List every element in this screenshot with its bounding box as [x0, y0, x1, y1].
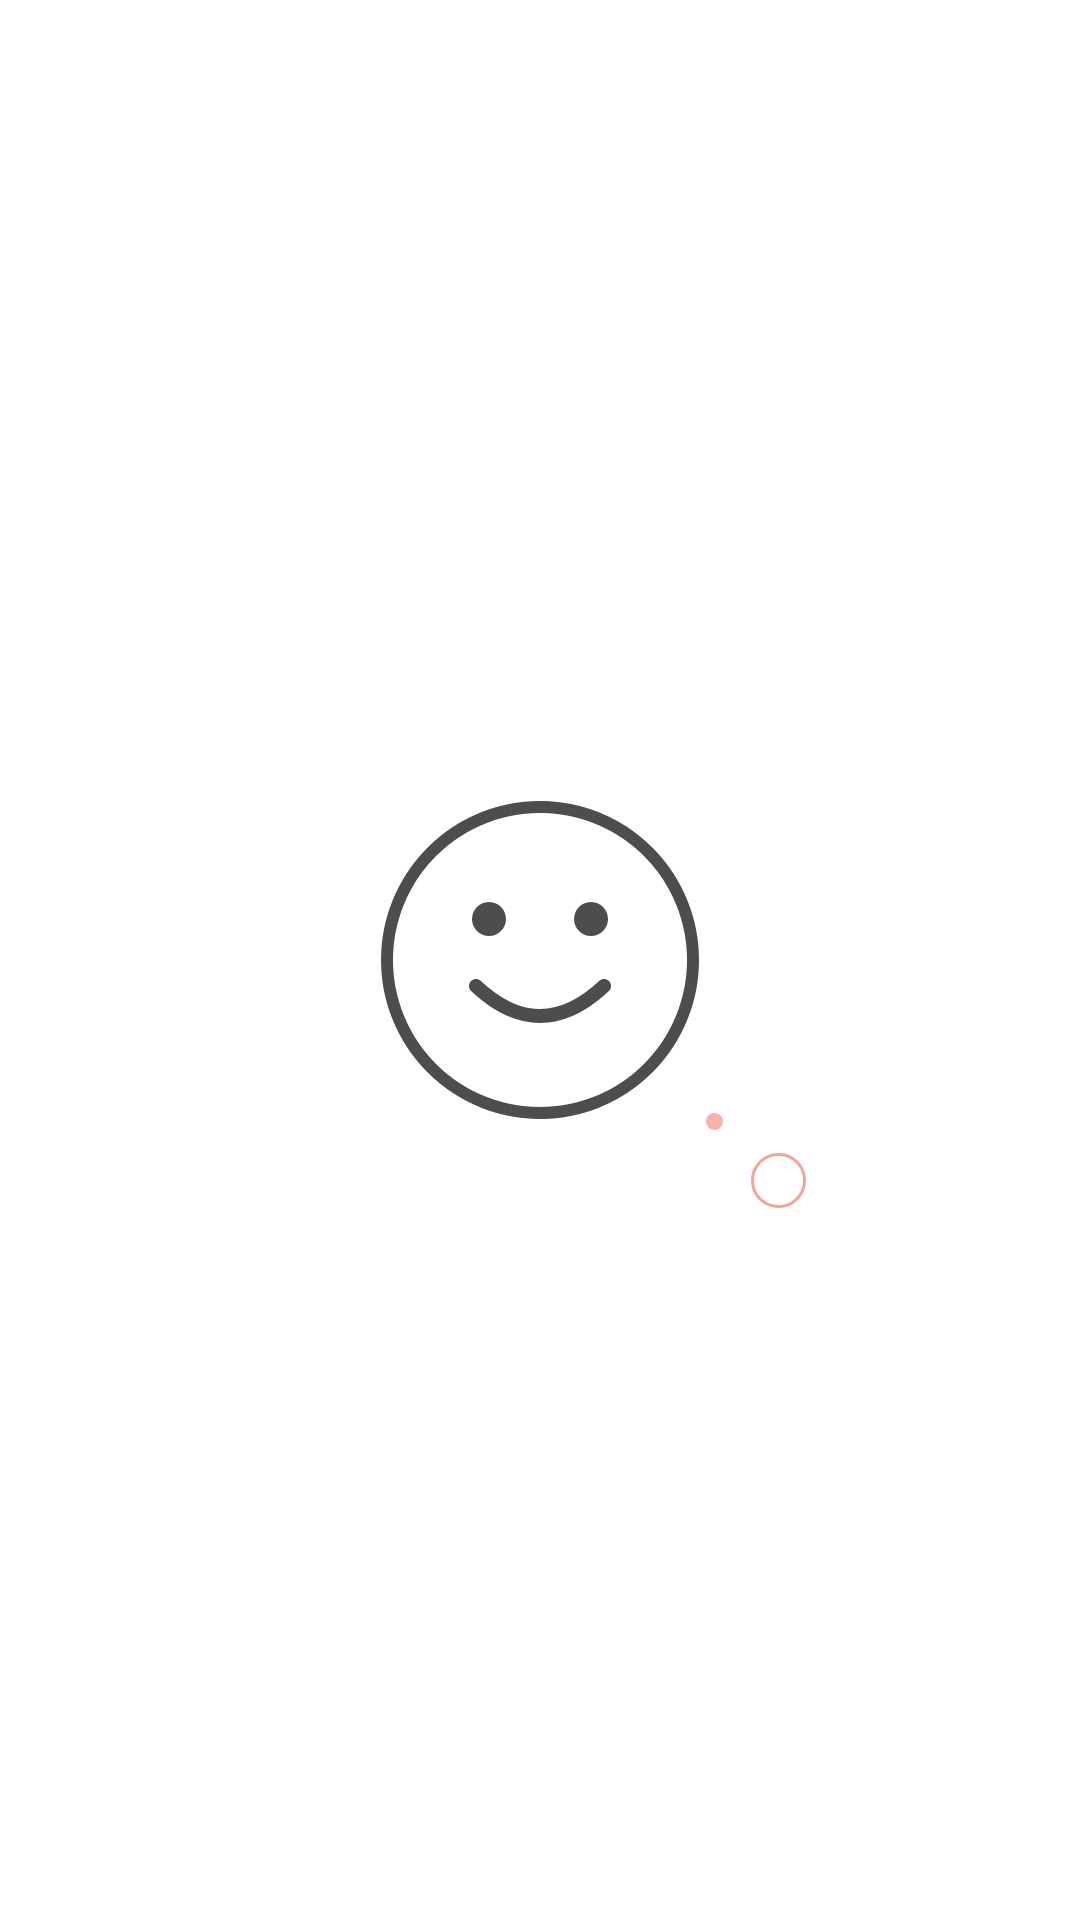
smiley-left-eye: [472, 902, 506, 936]
smiley-right-eye: [574, 902, 608, 936]
blank-screen: [0, 0, 1080, 1920]
smiley-face-icon: [381, 801, 699, 1119]
smiley-face-outline: [381, 801, 699, 1119]
touch-ripple-ring: [751, 1153, 806, 1208]
touch-point-dot: [706, 1113, 723, 1130]
